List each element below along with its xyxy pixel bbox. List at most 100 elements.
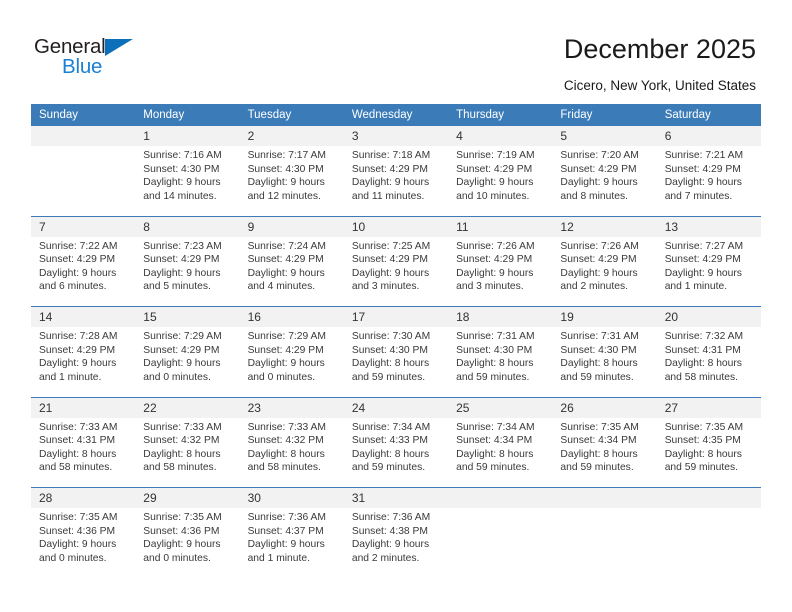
day-number[interactable]: 7 — [31, 215, 136, 237]
day-cell[interactable]: Sunrise: 7:35 AM Sunset: 4:34 PM Daylight:… — [552, 417, 657, 488]
day-cell[interactable]: Sunrise: 7:26 AM Sunset: 4:29 PM Daylight:… — [552, 236, 657, 307]
day-cell[interactable]: Sunrise: 7:20 AM Sunset: 4:29 PM Daylight:… — [552, 146, 657, 216]
day-cell[interactable]: Sunrise: 7:26 AM Sunset: 4:29 PM Daylight:… — [448, 236, 553, 307]
sunrise-time: Sunrise: 7:33 AM — [39, 421, 118, 433]
weekday-header-wednesday: Wednesday — [343, 104, 449, 126]
day-number[interactable]: 14 — [31, 306, 136, 327]
daylight-line-2: and 58 minutes. — [39, 462, 113, 474]
day-cell[interactable]: Sunrise: 7:31 AM Sunset: 4:30 PM Daylight:… — [552, 327, 657, 397]
calendar-body: 1 2 3 4 5 6 Sunrise: 7:16 AM Sunset: 4:30 PM Day… — [31, 126, 761, 578]
general-blue-logo[interactable]: General Blue — [34, 36, 154, 82]
day-cell[interactable]: Sunrise: 7:16 AM Sunset: 4:30 PM Daylight:… — [135, 146, 240, 216]
day-number[interactable]: 23 — [239, 396, 344, 418]
day-number[interactable]: 5 — [552, 126, 657, 146]
day-number[interactable]: 13 — [656, 215, 761, 237]
sunrise-time: Sunrise: 7:34 AM — [351, 421, 431, 433]
day-number[interactable]: 26 — [552, 396, 657, 418]
day-number[interactable]: 17 — [343, 306, 449, 327]
daylight-line-2: and 2 minutes. — [351, 552, 420, 564]
daylight-line-1: Daylight: 8 hours — [664, 448, 742, 460]
day-number[interactable]: 21 — [31, 396, 136, 418]
day-number[interactable]: 8 — [135, 215, 240, 237]
sunrise-time: Sunrise: 7:30 AM — [351, 331, 431, 342]
daylight-line-1: Daylight: 8 hours — [247, 448, 325, 460]
day-number[interactable]: 6 — [656, 126, 761, 146]
sunset-time: Sunset: 4:29 PM — [456, 163, 533, 175]
day-cell[interactable]: Sunrise: 7:29 AM Sunset: 4:29 PM Daylight:… — [135, 327, 240, 397]
day-cell[interactable]: Sunrise: 7:22 AM Sunset: 4:29 PM Daylight:… — [31, 236, 136, 307]
day-cell[interactable]: Sunrise: 7:21 AM Sunset: 4:29 PM Daylight:… — [656, 146, 761, 216]
day-number[interactable]: 19 — [552, 306, 657, 327]
day-number[interactable]: 16 — [239, 306, 344, 327]
day-number[interactable]: 9 — [239, 215, 344, 237]
day-cell[interactable]: Sunrise: 7:18 AM Sunset: 4:29 PM Daylight:… — [343, 146, 449, 216]
day-number[interactable]: 3 — [343, 126, 449, 146]
day-number[interactable]: 28 — [31, 487, 136, 508]
day-cell[interactable]: Sunrise: 7:32 AM Sunset: 4:31 PM Daylight:… — [656, 327, 761, 397]
day-cell[interactable]: Sunrise: 7:31 AM Sunset: 4:30 PM Daylight:… — [448, 327, 553, 397]
daylight-line-2: and 0 minutes. — [39, 552, 107, 564]
day-number[interactable]: 18 — [448, 306, 553, 327]
sunrise-time: Sunrise: 7:36 AM — [351, 512, 431, 523]
day-cell[interactable]: Sunrise: 7:34 AM Sunset: 4:34 PM Daylight:… — [448, 417, 553, 488]
day-number[interactable]: 12 — [552, 215, 657, 237]
day-number[interactable]: 10 — [343, 215, 449, 237]
sunrise-time: Sunrise: 7:24 AM — [247, 240, 326, 252]
day-cell-empty — [656, 508, 761, 578]
day-cell-empty — [31, 146, 136, 216]
daylight-line-1: Daylight: 8 hours — [560, 358, 638, 370]
daylight-line-2: and 4 minutes. — [247, 281, 316, 293]
day-cell[interactable]: Sunrise: 7:17 AM Sunset: 4:30 PM Daylight:… — [239, 146, 344, 216]
day-cell[interactable]: Sunrise: 7:28 AM Sunset: 4:29 PM Daylight:… — [31, 327, 136, 397]
day-number[interactable]: 11 — [448, 215, 553, 237]
weekday-header-monday: Monday — [135, 104, 240, 126]
day-number[interactable]: 30 — [239, 487, 344, 508]
sunset-time: Sunset: 4:32 PM — [247, 435, 324, 447]
day-cell[interactable]: Sunrise: 7:33 AM Sunset: 4:31 PM Daylight:… — [31, 417, 136, 488]
day-cell[interactable]: Sunrise: 7:35 AM Sunset: 4:36 PM Daylight:… — [31, 508, 136, 578]
day-cell[interactable]: Sunrise: 7:33 AM Sunset: 4:32 PM Daylight:… — [135, 417, 240, 488]
daylight-line-1: Daylight: 8 hours — [664, 358, 742, 370]
daylight-line-2: and 3 minutes. — [456, 281, 524, 293]
daylight-line-2: and 59 minutes. — [664, 462, 738, 474]
day-cell[interactable]: Sunrise: 7:35 AM Sunset: 4:36 PM Daylight:… — [135, 508, 240, 578]
day-cell[interactable]: Sunrise: 7:27 AM Sunset: 4:29 PM Daylight:… — [656, 236, 761, 307]
day-cell[interactable]: Sunrise: 7:23 AM Sunset: 4:29 PM Daylight:… — [135, 236, 240, 307]
sunset-time: Sunset: 4:30 PM — [143, 163, 220, 175]
sunset-time: Sunset: 4:30 PM — [560, 344, 637, 356]
day-number[interactable]: 2 — [239, 126, 344, 146]
day-number[interactable]: 24 — [343, 396, 449, 418]
day-number[interactable]: 29 — [135, 487, 240, 508]
day-cell[interactable]: Sunrise: 7:33 AM Sunset: 4:32 PM Daylight:… — [239, 417, 344, 488]
day-number[interactable]: 27 — [656, 396, 761, 418]
weekday-header-friday: Friday — [552, 104, 657, 126]
daylight-line-1: Daylight: 9 hours — [351, 177, 430, 189]
daylight-line-2: and 8 minutes. — [560, 190, 628, 202]
day-number[interactable]: 15 — [135, 306, 240, 327]
day-number[interactable]: 25 — [448, 396, 553, 418]
day-cell[interactable]: Sunrise: 7:35 AM Sunset: 4:35 PM Daylight:… — [656, 417, 761, 488]
sunset-time: Sunset: 4:29 PM — [664, 254, 741, 266]
day-cell[interactable]: Sunrise: 7:24 AM Sunset: 4:29 PM Daylight:… — [239, 236, 344, 307]
day-cell[interactable]: Sunrise: 7:36 AM Sunset: 4:38 PM Daylight:… — [343, 508, 449, 578]
sunrise-sunset-calendar: Sunday Monday Tuesday Wednesday Thursday… — [31, 104, 761, 578]
daylight-line-2: and 1 minute. — [39, 371, 102, 383]
sunrise-time: Sunrise: 7:35 AM — [143, 512, 222, 523]
day-cell[interactable]: Sunrise: 7:34 AM Sunset: 4:33 PM Daylight:… — [343, 417, 449, 488]
day-number[interactable]: 20 — [656, 306, 761, 327]
page-title: December 2025 — [563, 34, 756, 64]
sunrise-time: Sunrise: 7:16 AM — [143, 150, 222, 161]
day-number[interactable]: 31 — [343, 487, 449, 508]
sunrise-time: Sunrise: 7:25 AM — [351, 240, 431, 252]
day-number[interactable]: 1 — [135, 126, 240, 146]
day-number[interactable]: 22 — [135, 396, 240, 418]
daylight-line-2: and 59 minutes. — [351, 371, 426, 383]
day-cell[interactable]: Sunrise: 7:36 AM Sunset: 4:37 PM Daylight:… — [239, 508, 344, 578]
day-cell[interactable]: Sunrise: 7:30 AM Sunset: 4:30 PM Daylight:… — [343, 327, 449, 397]
day-cell[interactable]: Sunrise: 7:19 AM Sunset: 4:29 PM Daylight:… — [448, 146, 553, 216]
day-cell[interactable]: Sunrise: 7:29 AM Sunset: 4:29 PM Daylight:… — [239, 327, 344, 397]
daylight-line-1: Daylight: 9 hours — [39, 539, 117, 551]
day-cell[interactable]: Sunrise: 7:25 AM Sunset: 4:29 PM Daylight:… — [343, 236, 449, 307]
daylight-line-1: Daylight: 9 hours — [664, 267, 742, 279]
day-number[interactable]: 4 — [448, 126, 553, 146]
